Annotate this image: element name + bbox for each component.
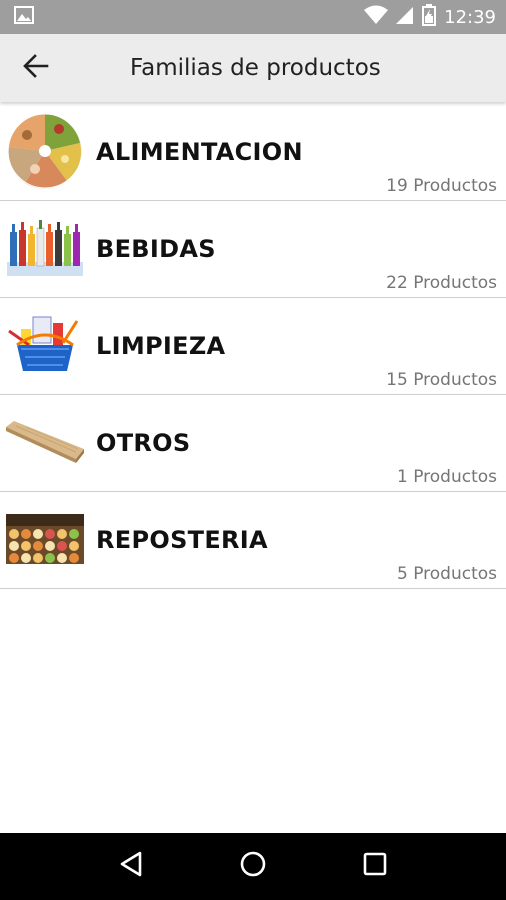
app-bar: Familias de productos [0,34,506,102]
status-time: 12:39 [444,6,496,28]
family-count: 5 Productos [396,564,497,584]
recents-square-icon [362,851,388,882]
nav-recents-button[interactable] [353,845,397,889]
back-triangle-icon [118,850,144,883]
family-count: 15 Productos [386,370,497,390]
family-list: ALIMENTACION 19 Productos BEBIDAS 22 Pro… [0,104,506,589]
family-name: BEBIDAS [96,235,216,263]
family-item-alimentacion[interactable]: ALIMENTACION 19 Productos [0,104,506,201]
status-bar: 12:39 [0,0,506,34]
battery-icon [422,3,437,31]
family-item-bebidas[interactable]: BEBIDAS 22 Productos [0,201,506,298]
cleaning-basket-image [6,306,84,384]
family-item-limpieza[interactable]: LIMPIEZA 15 Productos [0,298,506,395]
family-count: 22 Productos [386,273,497,293]
family-name: REPOSTERIA [96,526,268,554]
family-name: ALIMENTACION [96,138,303,166]
family-item-reposteria[interactable]: REPOSTERIA 5 Productos [0,492,506,589]
family-name: OTROS [96,429,191,457]
arrow-left-icon [23,53,49,83]
page-title: Familias de productos [130,55,381,81]
family-count: 19 Productos [386,176,497,196]
back-button[interactable] [0,34,72,102]
wood-plank-image [6,403,84,481]
navigation-bar [0,833,506,900]
nav-home-button[interactable] [231,845,275,889]
image-icon [14,5,34,29]
nav-back-button[interactable] [109,845,153,889]
pastries-tray-image [6,500,84,578]
family-item-otros[interactable]: OTROS 1 Productos [0,395,506,492]
home-circle-icon [239,850,267,883]
family-count: 1 Productos [396,467,497,487]
drink-bottles-image [6,209,84,287]
food-plate-image [6,112,84,190]
signal-icon [396,5,414,30]
wifi-icon [364,5,389,30]
family-name: LIMPIEZA [96,332,226,360]
